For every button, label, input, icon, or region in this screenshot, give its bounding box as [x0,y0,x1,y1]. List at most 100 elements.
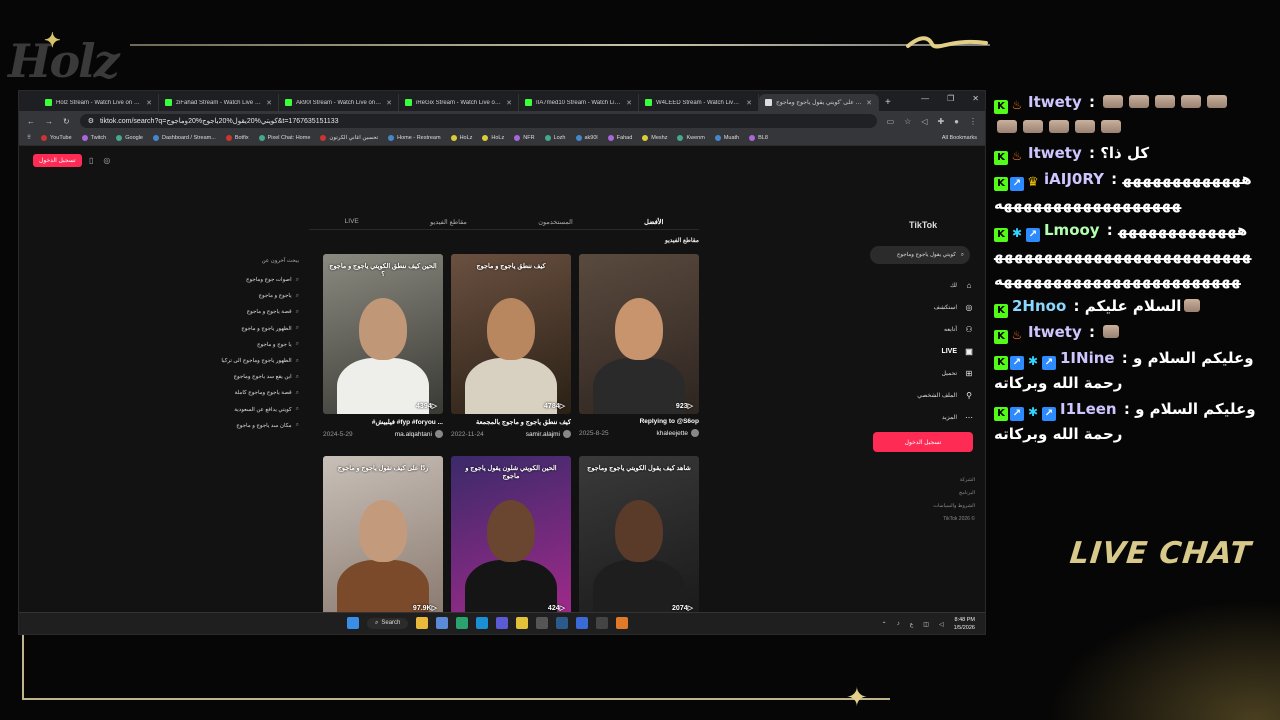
language-indicator[interactable]: ع [910,621,914,628]
video-card[interactable]: كيف ننطق ياجوج و ماجوج 4784▷ كيف ننطق ياج… [451,254,571,438]
bookmark-item[interactable]: HoLz [482,135,504,141]
bookmark-item[interactable]: Lozh [544,135,566,141]
browser-tab[interactable]: اعثر على 'كويتي يقول ياجوج وماجوج' ✕ [759,94,879,111]
profile-icon[interactable]: ● [954,117,959,126]
related-search-item[interactable]: الظهور ياجوج وماجوج الى تركيا ⌕ [179,353,299,369]
bookmark-item[interactable]: Kwenm [677,135,705,141]
discord-icon[interactable] [496,617,509,629]
bookmark-item[interactable]: تحسين اغاني الكرتون [320,135,378,141]
clock[interactable]: 8:48 PM 1/5/2026 [954,616,975,632]
video-card[interactable]: الحين الكويتي شلون يقول ياجوج و ماجوج 424… [451,456,571,634]
close-tab-icon[interactable]: ✕ [266,99,272,107]
bookmark-item[interactable]: Fahad [607,135,632,141]
bookmark-item[interactable]: Botfix [225,135,249,141]
apps-icon[interactable]: ⠿ [27,135,31,141]
related-search-item[interactable]: قصة ياجوج و ماجوج ⌕ [179,304,299,320]
nav-item[interactable]: المزيد ⋯ [899,406,975,428]
video-thumbnail[interactable]: كيف ننطق ياجوج و ماجوج 4784▷ [451,254,571,414]
vlc-icon[interactable] [616,617,629,629]
nav-item[interactable]: أتابعه ⚇ [899,318,975,340]
bookmark-item[interactable]: YouTube [41,135,72,141]
bookmark-item[interactable]: BL8 [749,135,768,141]
app-icon[interactable] [576,617,589,629]
reload-icon[interactable]: ↻ [63,117,70,126]
related-search-item[interactable]: مكان سد ياجوج و ماجوج ⌕ [179,418,299,434]
video-author[interactable]: khaleejette [657,429,699,437]
related-search-item[interactable]: كويتي يدافع عن السعودية ⌕ [179,402,299,418]
close-tab-icon[interactable]: ✕ [626,99,632,107]
search-tab[interactable]: المستخدمون [538,218,573,226]
search-input[interactable]: كويتي يقول ياجوج وماجوج ⌕ [870,246,970,264]
browser-tab[interactable]: ziFahad Stream - Watch Live on Kick ✕ [159,94,279,111]
video-thumbnail[interactable]: شاهد كيف يقول الكويتي ياجوج وماجوج 2074▷ [579,456,699,616]
search-tab[interactable]: الأفضل [644,218,663,226]
back-icon[interactable]: ← [27,117,35,126]
video-thumbnail[interactable]: الحين كيف ننطق الكويتي ياجوج و ماجوج ؟ 43… [323,254,443,414]
browser-tab[interactable]: IIA7med10 Stream - Watch Live on Kick ✕ [519,94,639,111]
nav-item[interactable]: تحميل ⊞ [899,362,975,384]
browser-tab[interactable]: iReGix Stream - Watch Live on Kick ✕ [399,94,519,111]
footer-link[interactable]: البرنامج [919,487,975,500]
mute-icon[interactable]: ◁ [921,117,927,126]
site-info-icon[interactable]: ⚙ [88,117,94,125]
bookmark-item[interactable]: Home - Restream [388,135,441,141]
footer-link[interactable]: الشركة [919,474,975,487]
browser-tab[interactable]: Holz Stream - Watch Live on Kick ✕ [39,94,159,111]
nav-item[interactable]: الملف الشخصي ⚲ [899,384,975,406]
maximize-icon[interactable]: ❐ [947,94,954,103]
close-tab-icon[interactable]: ✕ [386,99,392,107]
browser-tab[interactable]: Ak90l Stream - Watch Live on Kick ✕ [279,94,399,111]
video-thumbnail[interactable]: ردًا على كيف تقول ياجوج و ماجوج 97.9K▷ [323,456,443,616]
video-card[interactable]: ردًا على كيف تقول ياجوج و ماجوج97.9K▷ #e… [323,456,443,634]
close-tab-icon[interactable]: ✕ [866,99,872,107]
search-tab[interactable]: مقاطع الفيديو [430,218,467,226]
browser-tab[interactable]: W4LEED Stream - Watch Live on Kick ✕ [639,94,759,111]
coin-icon[interactable]: ◎ [103,156,110,165]
nav-item[interactable]: لك ⌂ [899,274,975,296]
video-card[interactable]: شاهد كيف يقول الكويتي ياجوج وماجوج 2074▷ … [579,456,699,634]
video-author[interactable]: samir.alajmi [526,430,571,438]
video-thumbnail[interactable]: 923▷ [579,254,699,414]
chrome-icon[interactable] [516,617,529,629]
footer-link[interactable]: الشروط والسياسات [919,500,975,513]
related-search-item[interactable]: ياجوج و ماجوج ⌕ [179,288,300,304]
chevron-up-icon[interactable]: ⌃ [882,621,887,628]
related-search-item[interactable]: يا جوج و ماجوج ⌕ [179,337,299,353]
bookmark-star-icon[interactable]: ☆ [904,117,911,126]
video-card[interactable]: 923▷ Replying to @S6op 2025-8-25 khaleejet… [579,254,699,437]
app-icon[interactable] [596,617,609,629]
video-thumbnail[interactable]: الحين الكويتي شلون يقول ياجوج و ماجوج 424… [451,456,571,616]
taskbar-search[interactable]: ⌕ Search [367,617,409,629]
obs-icon[interactable] [536,617,549,629]
login-button-small[interactable]: تسجيل الدخول [33,154,82,167]
bookmark-item[interactable]: Dashboard / Stream... [153,135,216,141]
menu-icon[interactable]: ⋮ [969,117,977,126]
bookmark-item[interactable]: NFR [514,135,535,141]
related-search-item[interactable]: اين يقع سد ياجوج وماجوج ⌕ [179,369,299,385]
close-icon[interactable]: ✕ [972,94,979,103]
terminal-icon[interactable] [456,617,469,629]
bookmark-item[interactable]: Twitch [81,135,106,141]
minimize-icon[interactable]: — [921,94,929,103]
all-bookmarks-link[interactable]: All Bookmarks [942,135,977,141]
url-field[interactable]: ⚙ tiktok.com/search?q=كويتي%20يقول%20ياج… [79,114,877,128]
close-tab-icon[interactable]: ✕ [146,99,152,107]
edge-icon[interactable] [476,617,489,629]
file-explorer-icon[interactable] [416,617,429,629]
forward-icon[interactable]: → [45,117,53,126]
related-search-item[interactable]: الظهور ياجوج و ماجوج ⌕ [179,321,299,337]
video-card[interactable]: الحين كيف ننطق الكويتي ياجوج و ماجوج ؟ 43… [323,254,443,438]
bookmark-item[interactable]: Muath [714,135,739,141]
tiktok-logo[interactable]: TikTok [909,220,937,230]
video-author[interactable]: ma.alqahtani [395,430,443,438]
network-icon[interactable]: ◫ [923,621,929,628]
steam-icon[interactable] [556,617,569,629]
login-button[interactable]: تسجيل الدخول [873,432,973,452]
bookmark-item[interactable]: Google [116,135,143,141]
phone-icon[interactable]: ▯ [89,156,93,165]
extension-icon[interactable]: ✚ [937,117,944,126]
mic-icon[interactable]: ♪ [897,621,900,627]
related-search-item[interactable]: اصوات جوج وماجوج ⌕ [179,272,299,288]
start-icon[interactable] [347,617,359,629]
close-tab-icon[interactable]: ✕ [506,99,512,107]
